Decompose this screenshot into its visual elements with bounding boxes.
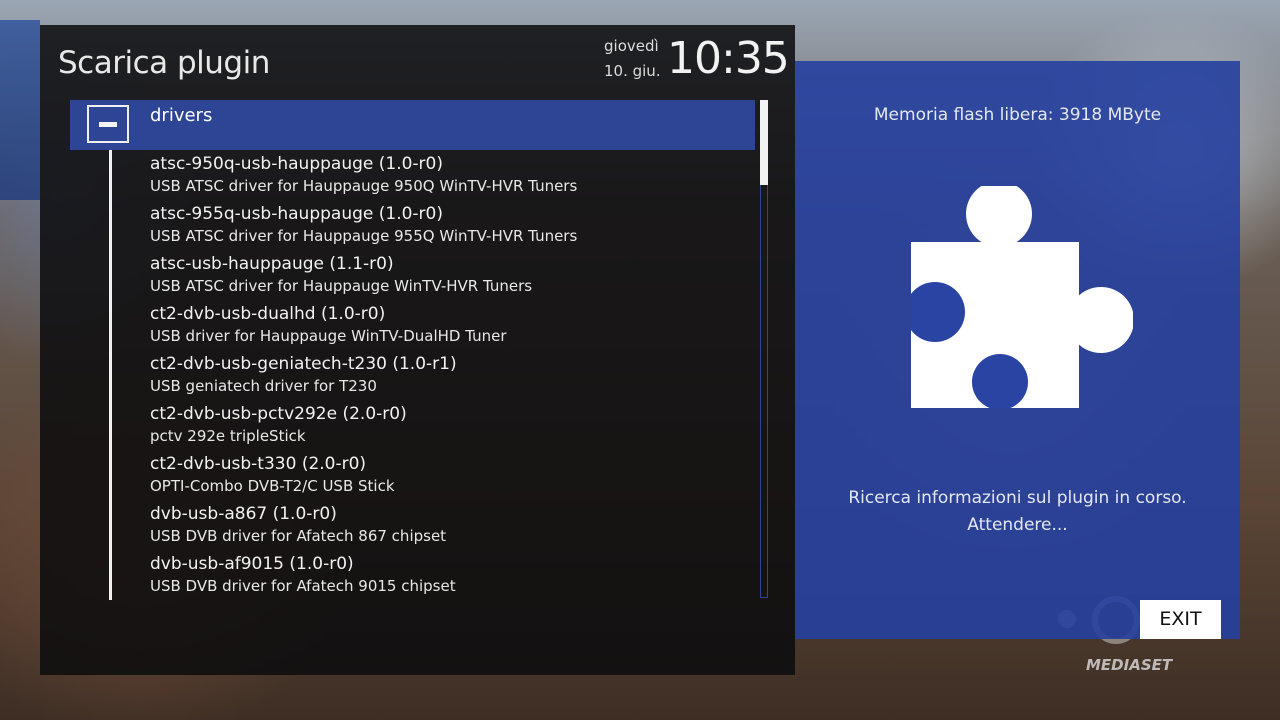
list-item[interactable]: dvb-usb-a867 (1.0-r0) USB DVB driver for…	[150, 500, 750, 550]
collapse-icon[interactable]	[87, 105, 129, 143]
plugin-description: USB DVB driver for Afatech 9015 chipset	[150, 577, 456, 595]
plugin-name: ct2-dvb-usb-t330 (2.0-r0)	[150, 454, 367, 474]
clock: 10:35	[667, 33, 790, 84]
plugin-description: USB ATSC driver for Hauppauge 950Q WinTV…	[150, 177, 578, 195]
list-item[interactable]: ct2-dvb-usb-dualhd (1.0-r0) USB driver f…	[150, 300, 750, 350]
list-item[interactable]: dvb-usb-af9015 (1.0-r0) USB DVB driver f…	[150, 550, 750, 600]
plugin-name: atsc-usb-hauppauge (1.1-r0)	[150, 254, 394, 274]
page-title: Scarica plugin	[58, 45, 270, 81]
status-message: Ricerca informazioni sul plugin in corso…	[825, 485, 1210, 539]
flash-memory-label: Memoria flash libera: 3918 MByte	[873, 105, 1162, 125]
tree-line	[109, 140, 112, 600]
category-label: drivers	[150, 105, 213, 126]
plugin-download-panel: Scarica plugin giovedì 10. giu. 10:35 dr…	[40, 25, 795, 675]
plugin-name: dvb-usb-a867 (1.0-r0)	[150, 504, 337, 524]
list-item[interactable]: ct2-dvb-usb-t330 (2.0-r0) OPTI-Combo DVB…	[150, 450, 750, 500]
tv-background-detail	[0, 20, 40, 200]
list-item[interactable]: atsc-usb-hauppauge (1.1-r0) USB ATSC dri…	[150, 250, 750, 300]
category-row-drivers[interactable]: drivers	[70, 100, 755, 150]
exit-button[interactable]: EXIT	[1140, 600, 1221, 639]
list-item[interactable]: ct2-dvb-usb-pctv292e (2.0-r0) pctv 292e …	[150, 400, 750, 450]
plugin-name: ct2-dvb-usb-geniatech-t230 (1.0-r1)	[150, 354, 457, 374]
status-line: Ricerca informazioni sul plugin in corso…	[848, 488, 1187, 508]
weekday: giovedì	[604, 37, 659, 55]
plugin-name: dvb-usb-af9015 (1.0-r0)	[150, 554, 354, 574]
plugin-name: ct2-dvb-usb-pctv292e (2.0-r0)	[150, 404, 407, 424]
plugin-description: USB ATSC driver for Hauppauge WinTV-HVR …	[150, 277, 533, 295]
plugin-name: atsc-950q-usb-hauppauge (1.0-r0)	[150, 154, 443, 174]
plugin-description: OPTI-Combo DVB-T2/C USB Stick	[150, 477, 395, 495]
plugin-description: USB driver for Hauppauge WinTV-DualHD Tu…	[150, 327, 507, 345]
plugin-description: USB ATSC driver for Hauppauge 955Q WinTV…	[150, 227, 578, 245]
plugin-name: ct2-dvb-usb-dualhd (1.0-r0)	[150, 304, 386, 324]
plugin-name: atsc-955q-usb-hauppauge (1.0-r0)	[150, 204, 443, 224]
puzzle-piece-icon	[911, 186, 1133, 408]
minus-icon	[99, 122, 117, 127]
channel-logo: MEDIASET	[1086, 656, 1173, 674]
date: 10. giu.	[604, 62, 661, 80]
list-item[interactable]: ct2-dvb-usb-geniatech-t230 (1.0-r1) USB …	[150, 350, 750, 400]
plugin-description: USB DVB driver for Afatech 867 chipset	[150, 527, 447, 545]
list-item[interactable]: atsc-955q-usb-hauppauge (1.0-r0) USB ATS…	[150, 200, 750, 250]
status-line: Attendere...	[967, 515, 1068, 535]
plugin-info-panel: Memoria flash libera: 3918 MByte Ricerca…	[795, 61, 1240, 639]
plugin-list[interactable]: drivers atsc-950q-usb-hauppauge (1.0-r0)…	[70, 100, 758, 600]
scrollbar-thumb[interactable]	[760, 100, 768, 185]
plugin-description: pctv 292e tripleStick	[150, 427, 306, 445]
list-item[interactable]: atsc-950q-usb-hauppauge (1.0-r0) USB ATS…	[150, 150, 750, 200]
plugin-description: USB geniatech driver for T230	[150, 377, 377, 395]
